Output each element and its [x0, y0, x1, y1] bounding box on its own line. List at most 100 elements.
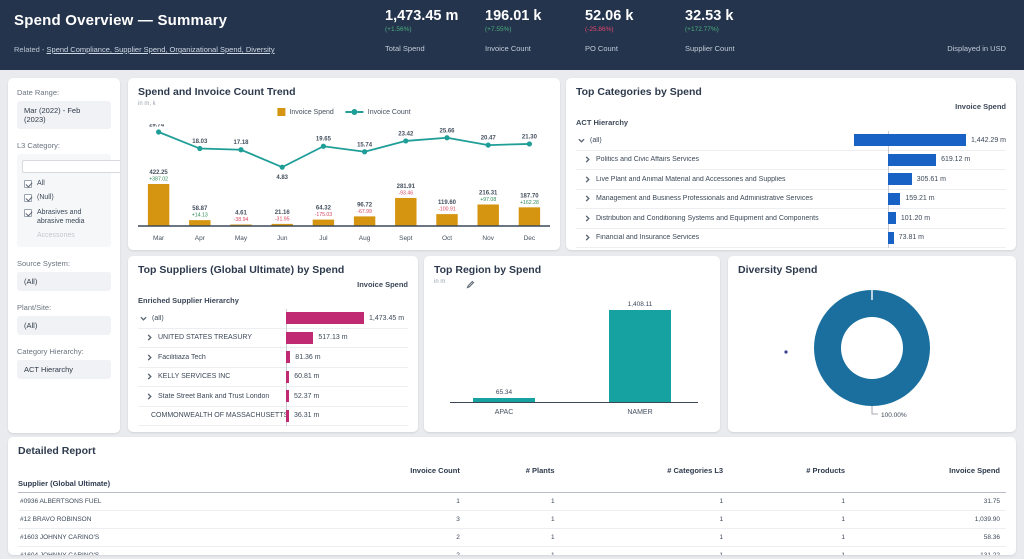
- supplier-row[interactable]: UNITED STATES TREASURY517.13 m: [138, 329, 408, 349]
- trend-line-point[interactable]: [444, 135, 449, 140]
- chevron-right-icon[interactable]: [584, 234, 591, 241]
- category-label: Live Plant and Animal Material and Acces…: [596, 176, 786, 183]
- category-hierarchy-filter[interactable]: ACT Hierarchy: [17, 360, 111, 379]
- plant-site-filter[interactable]: (All): [17, 316, 111, 335]
- diversity-donut-chart[interactable]: 100.00%: [758, 278, 986, 426]
- supplier-bar[interactable]: [286, 312, 364, 324]
- region-bar[interactable]: [473, 398, 535, 402]
- supplier-bar[interactable]: [286, 371, 289, 383]
- trend-line-point[interactable]: [238, 147, 243, 152]
- report-cell-categories-l3: 1: [561, 529, 730, 547]
- checkbox-icon[interactable]: [24, 209, 32, 217]
- supplier-bar[interactable]: [286, 410, 289, 422]
- table-row[interactable]: #0936 ALBERTSONS FUEL111131.75: [18, 493, 1006, 511]
- trend-bar-value: 4.61: [235, 211, 247, 217]
- date-range-filter[interactable]: Mar (2022) - Feb (2023): [17, 101, 111, 129]
- trend-bar[interactable]: [395, 198, 416, 226]
- chevron-right-icon[interactable]: [584, 176, 591, 183]
- supplier-row[interactable]: State Street Bank and Trust London52.37 …: [138, 387, 408, 407]
- supplier-bar[interactable]: [286, 332, 313, 344]
- trend-bar[interactable]: [519, 207, 540, 226]
- trend-line-point[interactable]: [321, 144, 326, 149]
- report-column-header[interactable]: # Products: [729, 457, 851, 479]
- supplier-row[interactable]: (all)1,473.45 m: [138, 309, 408, 329]
- trend-line-point[interactable]: [280, 165, 285, 170]
- chevron-right-icon[interactable]: [584, 156, 591, 163]
- category-bar[interactable]: [888, 212, 896, 224]
- l3-search-input[interactable]: [22, 160, 120, 173]
- report-column-header[interactable]: Invoice Spend: [851, 457, 1006, 479]
- chevron-right-icon[interactable]: [584, 215, 591, 222]
- category-row[interactable]: Politics and Civic Affairs Services619.1…: [576, 151, 1006, 171]
- edit-pencil-icon[interactable]: [466, 280, 475, 289]
- related-links-list[interactable]: Spend Compliance, Supplier Spend, Organi…: [47, 45, 275, 54]
- trend-bar[interactable]: [189, 220, 210, 226]
- top-categories-card: Top Categories by Spend Invoice Spend AC…: [566, 78, 1016, 250]
- category-bar[interactable]: [854, 134, 966, 146]
- l3-option-row[interactable]: (Null): [24, 193, 106, 202]
- report-column-header[interactable]: # Categories L3: [561, 457, 730, 479]
- category-value: 1,442.29 m: [971, 137, 1006, 144]
- category-row[interactable]: Financial and Insurance Services 73.81 m: [576, 229, 1006, 249]
- legend-item-invoice-spend[interactable]: Invoice Spend: [277, 108, 333, 116]
- trend-line-point[interactable]: [527, 141, 532, 146]
- report-column-header[interactable]: Invoice Count: [314, 457, 465, 479]
- trend-bar[interactable]: [477, 204, 498, 226]
- region-plot[interactable]: 65.34APAC1,408.11NAMER: [436, 296, 708, 416]
- supplier-row[interactable]: KELLY SERVICES INC60.81 m: [138, 368, 408, 388]
- trend-bar-delta: +387.02: [149, 177, 168, 183]
- chevron-down-icon[interactable]: [578, 137, 585, 144]
- checkbox-icon[interactable]: [24, 194, 32, 202]
- kpi-invoice-count: 196.01 k(+7.55%)Invoice Count: [485, 8, 585, 53]
- trend-line-point[interactable]: [197, 146, 202, 151]
- date-range-label: Date Range:: [17, 88, 111, 97]
- trend-bar[interactable]: [148, 184, 169, 226]
- trend-bar-value: 58.87: [192, 206, 208, 212]
- supplier-label: Facilitiaza Tech: [158, 354, 206, 361]
- report-column-header[interactable]: # Plants: [466, 457, 561, 479]
- category-row[interactable]: (all)1,442.29 m: [576, 131, 1006, 151]
- trend-plot[interactable]: 422.25+387.02Mar58.87+14.13Apr4.61-38.94…: [138, 124, 550, 242]
- trend-line-point[interactable]: [486, 142, 491, 147]
- chevron-right-icon[interactable]: [146, 393, 153, 400]
- category-row[interactable]: Management and Business Professionals an…: [576, 190, 1006, 210]
- l3-option-row[interactable]: Abrasives and abrasive media: [24, 208, 106, 227]
- trend-line-point[interactable]: [403, 138, 408, 143]
- supplier-bar[interactable]: [286, 390, 289, 402]
- category-bar[interactable]: [888, 154, 936, 166]
- table-row[interactable]: #12 BRAVO ROBINSON31111,039.90: [18, 511, 1006, 529]
- chevron-right-icon[interactable]: [146, 334, 153, 341]
- category-bar[interactable]: [888, 193, 900, 205]
- checkbox-icon[interactable]: [24, 180, 32, 188]
- category-row[interactable]: Live Plant and Animal Material and Acces…: [576, 170, 1006, 190]
- trend-line-point[interactable]: [156, 129, 161, 134]
- table-row[interactable]: #1603 JOHNNY CARINO'S211158.36: [18, 529, 1006, 547]
- trend-x-label: Apr: [195, 235, 206, 242]
- report-cell-products: 1: [729, 547, 851, 556]
- chevron-down-icon[interactable]: [140, 315, 147, 322]
- table-row[interactable]: #1604 JOHNNY CARINO'S2111131.22: [18, 547, 1006, 556]
- supplier-bar[interactable]: [286, 351, 290, 363]
- report-table: Invoice Count# Plants# Categories L3# Pr…: [18, 457, 1006, 555]
- supplier-row[interactable]: Facilitiaza Tech81.36 m: [138, 348, 408, 368]
- category-row[interactable]: Distribution and Conditioning Systems an…: [576, 209, 1006, 229]
- legend-item-invoice-count[interactable]: Invoice Count: [346, 108, 411, 116]
- category-label: Financial and Insurance Services: [596, 234, 699, 241]
- chevron-right-icon[interactable]: [146, 373, 153, 380]
- source-system-filter[interactable]: (All): [17, 272, 111, 291]
- l3-option-row[interactable]: All: [24, 179, 106, 188]
- supplier-row[interactable]: COMMONWEALTH OF MASSACHUSETTS36.31 m: [138, 407, 408, 427]
- region-bar[interactable]: [609, 310, 671, 402]
- trend-bar[interactable]: [354, 216, 375, 226]
- related-prefix: Related -: [14, 45, 44, 54]
- trend-bar[interactable]: [436, 214, 457, 226]
- category-bar[interactable]: [888, 232, 894, 244]
- trend-bar[interactable]: [313, 220, 334, 226]
- trend-line-point[interactable]: [362, 149, 367, 154]
- kpi-po-count: 52.06 k(-25.86%)PO Count: [585, 8, 685, 53]
- chevron-right-icon[interactable]: [584, 195, 591, 202]
- chevron-right-icon[interactable]: [146, 354, 153, 361]
- category-bar[interactable]: [888, 173, 912, 185]
- trend-line[interactable]: [159, 132, 530, 167]
- category-value: 73.81 m: [899, 234, 924, 241]
